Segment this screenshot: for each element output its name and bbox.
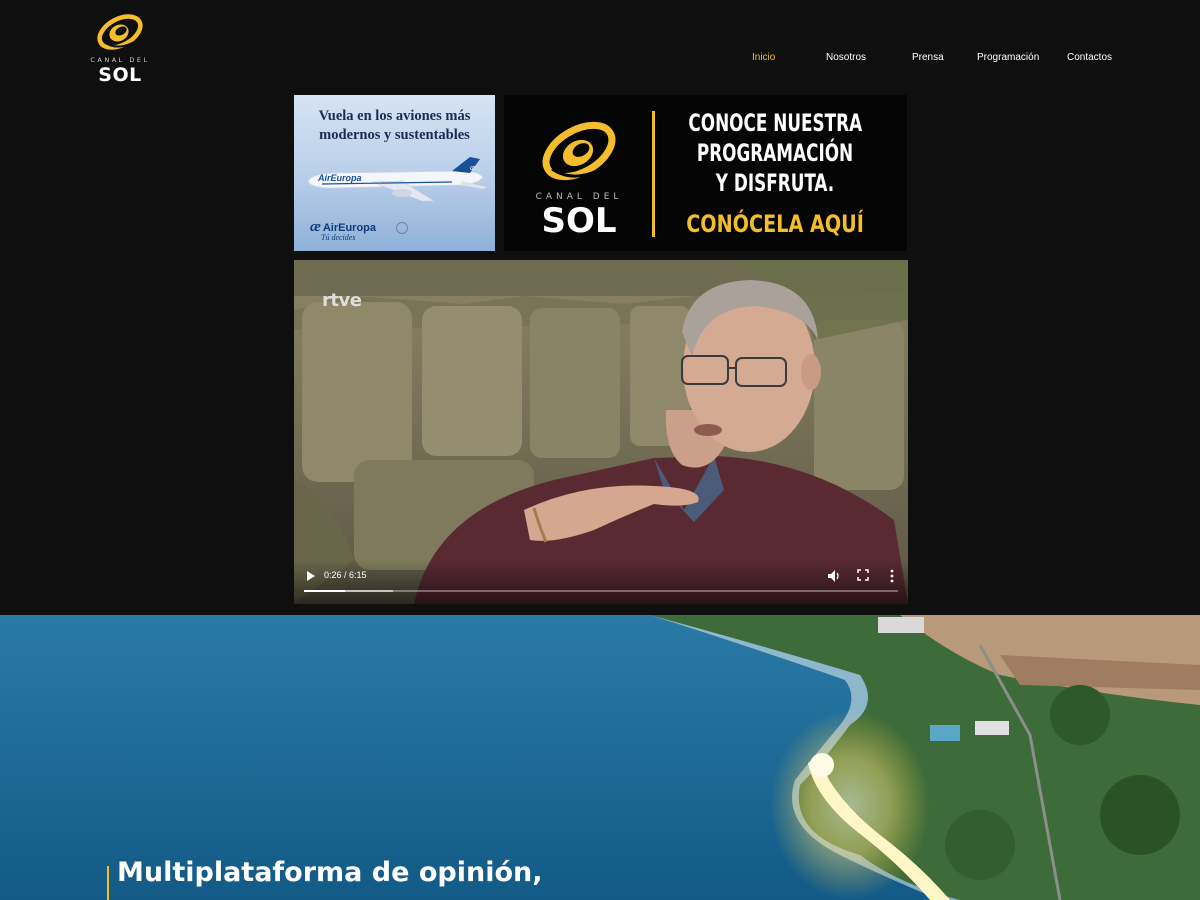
promo-logo-main-text: SOL — [541, 201, 617, 241]
main-nav: Inicio Nosotros Prensa Programación Cont… — [722, 52, 1132, 68]
promo-line-3: Y DISFRUTA. — [715, 169, 835, 197]
volume-icon[interactable] — [826, 568, 842, 584]
ad-tagline: Tú decides — [321, 233, 356, 242]
ad-headline: Vuela en los aviones más modernos y sust… — [318, 108, 471, 143]
video-progress-fill — [304, 590, 346, 592]
nav-item-inicio[interactable]: Inicio — [752, 52, 775, 63]
nav-item-programacion[interactable]: Programación — [977, 52, 1039, 63]
logo-top-text: CANAL DEL — [90, 56, 150, 64]
skyteam-globe-icon — [396, 222, 408, 234]
nav-item-nosotros[interactable]: Nosotros — [826, 52, 866, 63]
site-logo[interactable]: CANAL DEL SOL — [88, 6, 152, 86]
channel-watermark: rtve — [322, 290, 362, 311]
sun-ring-logo-icon — [97, 14, 143, 50]
hero-accent-bar — [107, 866, 109, 900]
airline-mark-icon: æ — [310, 219, 321, 235]
nav-item-prensa[interactable]: Prensa — [912, 52, 944, 63]
fullscreen-icon[interactable] — [856, 568, 870, 582]
video-player[interactable]: rtve 0:26 / 6:15 — [294, 260, 908, 604]
programming-promo-banner[interactable]: CANAL DEL SOL CONOCE NUESTRA PROGRAMACIÓ… — [504, 95, 907, 251]
promo-line-2: PROGRAMACIÓN — [696, 139, 854, 167]
hero-section: Multiplataforma de opinión, — [0, 615, 1200, 900]
hero-title: Multiplataforma de opinión, — [117, 857, 543, 888]
more-options-icon[interactable] — [888, 568, 896, 584]
sun-ring-logo-icon — [542, 121, 616, 181]
promo-cta-link[interactable]: CONÓCELA AQUÍ — [686, 210, 864, 238]
video-time: 0:26 / 6:15 — [324, 570, 367, 580]
video-frame-image — [294, 260, 908, 604]
nav-item-contactos[interactable]: Contactos — [1067, 52, 1112, 63]
svg-text:æ: æ — [470, 163, 476, 172]
promo-line-1: CONOCE NUESTRA — [688, 109, 863, 137]
airplane-image: æ AirEuropa — [307, 157, 486, 202]
airline-ad-banner[interactable]: Vuela en los aviones más modernos y sust… — [294, 95, 495, 251]
video-seek-bar[interactable] — [304, 590, 898, 592]
logo-main-text: SOL — [98, 64, 142, 86]
promo-divider — [652, 111, 655, 237]
video-controls: 0:26 / 6:15 — [294, 560, 908, 604]
play-icon[interactable] — [304, 568, 318, 584]
plane-livery-text: AirEuropa — [317, 173, 362, 183]
